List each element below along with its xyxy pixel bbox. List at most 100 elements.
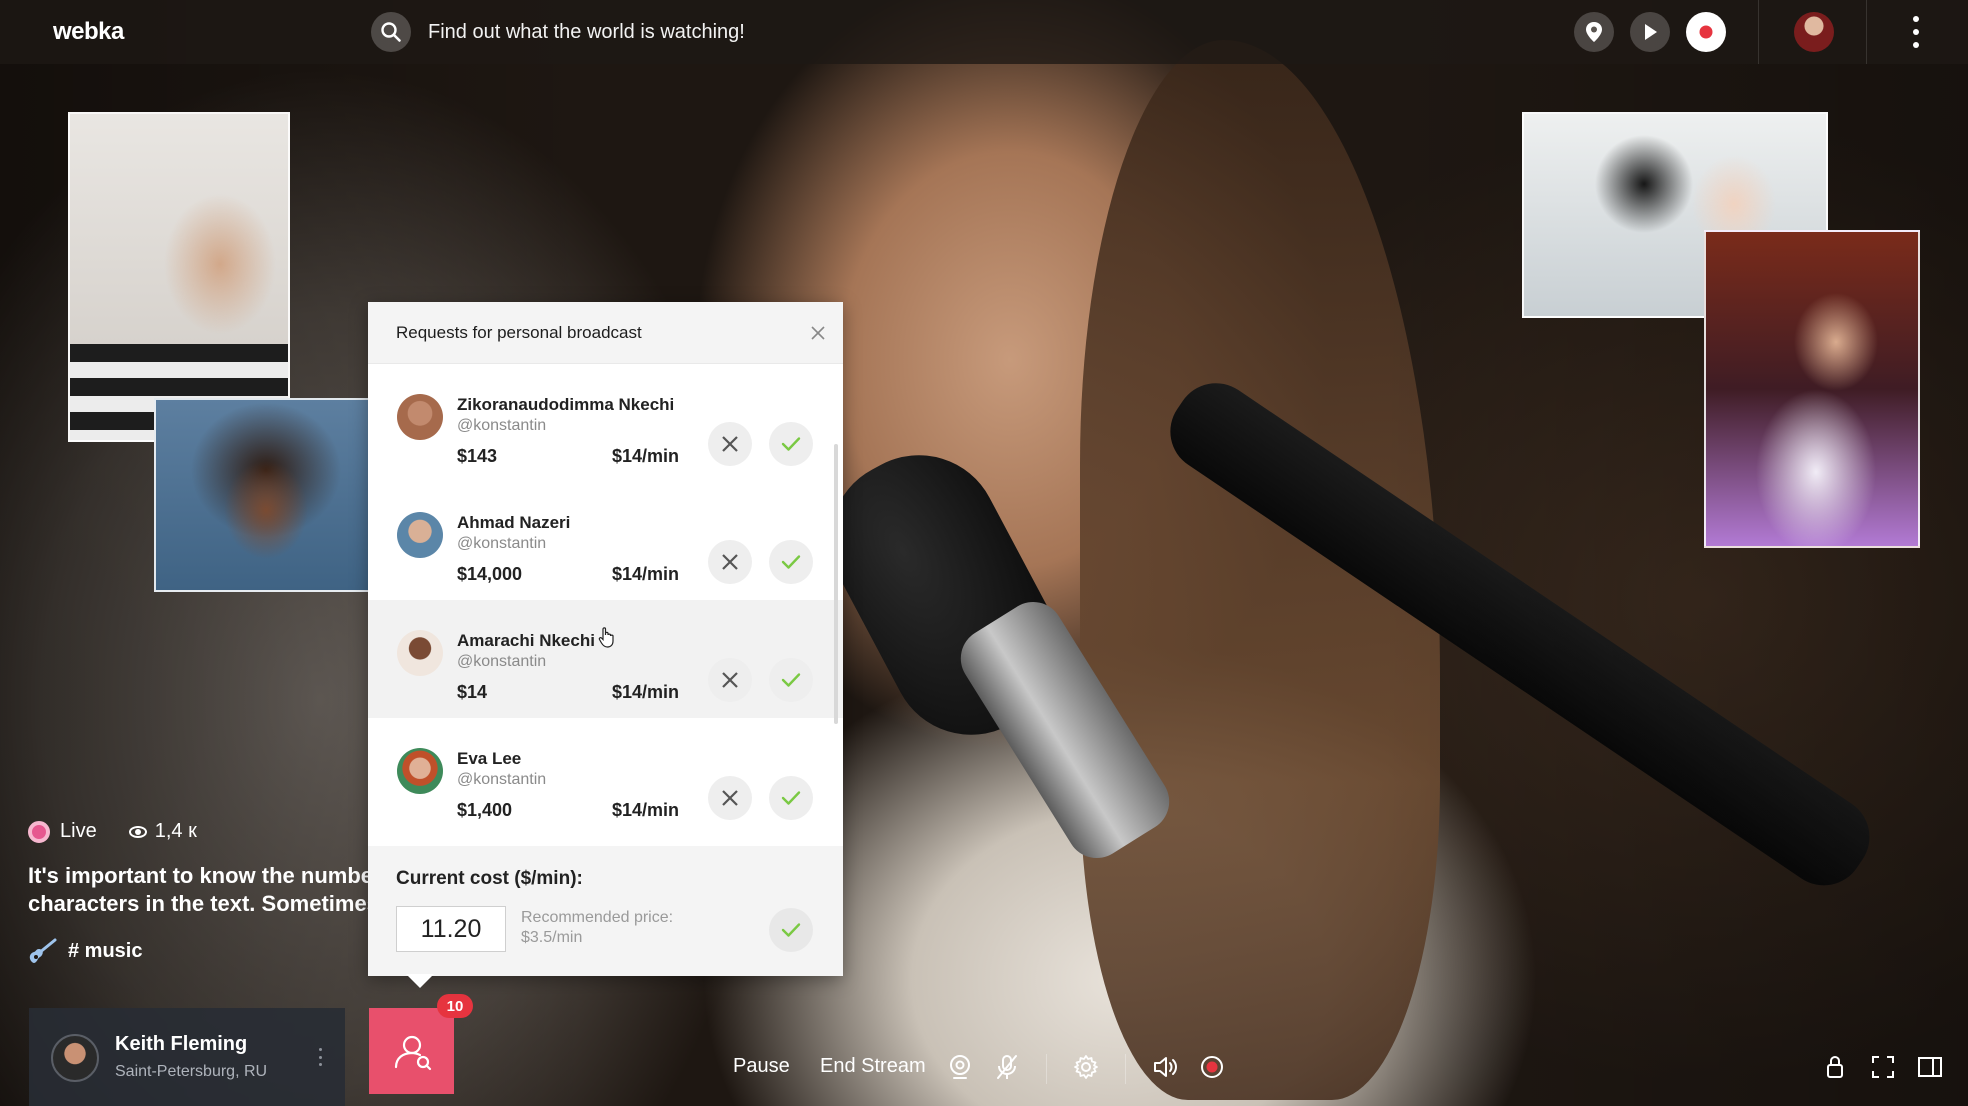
eye-icon bbox=[128, 825, 147, 838]
request-list: Zikoranaudodimma Nkechi @konstantin $143… bbox=[368, 364, 843, 846]
fullscreen-icon bbox=[1872, 1056, 1894, 1078]
decline-button[interactable] bbox=[708, 540, 752, 584]
camera-button[interactable] bbox=[947, 1054, 973, 1080]
viewer-count: 1,4 к bbox=[128, 820, 197, 843]
gear-icon bbox=[1074, 1055, 1098, 1079]
lock-icon bbox=[1827, 1055, 1843, 1078]
more-vertical-icon[interactable] bbox=[1906, 14, 1926, 50]
request-name: Ahmad Nazeri bbox=[457, 513, 571, 532]
end-stream-button[interactable]: End Stream bbox=[820, 1055, 926, 1078]
participant-video-2[interactable] bbox=[154, 398, 370, 592]
decline-button[interactable] bbox=[708, 776, 752, 820]
live-status-row: Live 1,4 к bbox=[28, 820, 197, 843]
sidebar-toggle-button[interactable] bbox=[1917, 1054, 1943, 1080]
decline-button[interactable] bbox=[708, 422, 752, 466]
confirm-cost-button[interactable] bbox=[769, 908, 813, 952]
request-amount: $14,000 bbox=[457, 564, 523, 584]
search-button[interactable] bbox=[371, 12, 411, 52]
live-indicator-icon bbox=[28, 820, 50, 843]
controls-divider bbox=[1046, 1054, 1047, 1084]
check-icon bbox=[781, 437, 801, 451]
accept-button[interactable] bbox=[769, 422, 813, 466]
viewer-count-value: 1,4 к bbox=[154, 820, 197, 842]
search-input[interactable]: Find out what the world is watching! bbox=[428, 21, 745, 44]
participant-video-4[interactable] bbox=[1704, 230, 1920, 548]
accept-button[interactable] bbox=[769, 658, 813, 702]
requests-button[interactable] bbox=[369, 1008, 454, 1094]
panel-title: Requests for personal broadcast bbox=[396, 322, 642, 342]
request-handle: @konstantin bbox=[457, 417, 547, 434]
user-avatar[interactable] bbox=[1794, 12, 1834, 52]
request-handle: @konstantin bbox=[457, 771, 547, 788]
search-icon bbox=[381, 22, 401, 42]
request-handle: @konstantin bbox=[457, 653, 547, 670]
stream-tag[interactable]: # music bbox=[28, 938, 142, 964]
lock-button[interactable] bbox=[1822, 1054, 1848, 1080]
camera-icon bbox=[950, 1055, 970, 1079]
panel-pointer bbox=[406, 974, 434, 988]
accept-button[interactable] bbox=[769, 776, 813, 820]
check-icon bbox=[781, 923, 801, 937]
record-stream-button[interactable] bbox=[1199, 1054, 1225, 1080]
settings-button[interactable] bbox=[1073, 1054, 1099, 1080]
sidebar-icon bbox=[1918, 1057, 1942, 1077]
guitar-icon bbox=[29, 938, 57, 963]
requests-panel: Requests for personal broadcast Zikorana… bbox=[368, 302, 843, 976]
live-label: Live bbox=[60, 820, 97, 842]
request-avatar bbox=[397, 748, 443, 794]
location-pin-icon bbox=[1586, 22, 1602, 42]
request-item: Eva Lee @konstantin $1,400 $14/min bbox=[368, 718, 843, 836]
accept-button[interactable] bbox=[769, 540, 813, 584]
stream-caption-line: characters in the text. Sometimes bbox=[28, 891, 368, 916]
location-button[interactable] bbox=[1574, 12, 1614, 52]
play-button[interactable] bbox=[1630, 12, 1670, 52]
close-icon bbox=[722, 672, 738, 688]
record-button[interactable] bbox=[1686, 12, 1726, 52]
close-icon bbox=[722, 554, 738, 570]
current-cost-section: Current cost ($/min): Recommended price:… bbox=[368, 846, 843, 976]
volume-button[interactable] bbox=[1152, 1054, 1178, 1080]
microphone-button[interactable] bbox=[994, 1054, 1020, 1080]
stream-caption: It's important to know the numbe charact… bbox=[28, 862, 368, 922]
controls-divider bbox=[1125, 1054, 1126, 1084]
request-amount: $143 bbox=[457, 446, 498, 466]
request-item: Amarachi Nkechi @konstantin $14 $14/min bbox=[368, 600, 843, 718]
request-rate: $14/min bbox=[612, 800, 680, 820]
play-icon bbox=[1645, 24, 1657, 40]
streamer-avatar bbox=[51, 1034, 99, 1082]
request-handle: @konstantin bbox=[457, 535, 547, 552]
streamer-card[interactable]: Keith Fleming Saint-Petersburg, RU bbox=[29, 1008, 345, 1106]
check-icon bbox=[781, 555, 801, 569]
volume-icon bbox=[1154, 1057, 1177, 1077]
record-icon bbox=[1699, 25, 1713, 39]
request-item: Ahmad Nazeri @konstantin $14,000 $14/min bbox=[368, 482, 843, 600]
streamer-name: Keith Fleming bbox=[115, 1033, 248, 1055]
request-list-scrollbar[interactable] bbox=[834, 444, 838, 724]
check-icon bbox=[781, 791, 801, 805]
request-name: Zikoranaudodimma Nkechi bbox=[457, 395, 675, 414]
top-bar: webka Find out what the world is watchin… bbox=[0, 0, 1968, 64]
close-icon bbox=[722, 790, 738, 806]
stream-caption-line: It's important to know the numbe bbox=[28, 863, 368, 888]
close-icon[interactable] bbox=[807, 322, 829, 344]
request-item: Zikoranaudodimma Nkechi @konstantin $143… bbox=[368, 364, 843, 482]
recommended-price-value: $3.5/min bbox=[521, 929, 583, 946]
request-avatar bbox=[397, 512, 443, 558]
user-search-icon bbox=[394, 1035, 431, 1071]
participant-video-1[interactable] bbox=[68, 112, 290, 442]
recommended-price-label: Recommended price: bbox=[521, 909, 674, 926]
hand-cursor-icon bbox=[598, 627, 614, 648]
microphone-muted-icon bbox=[997, 1055, 1017, 1079]
request-rate: $14/min bbox=[612, 682, 680, 702]
decline-button[interactable] bbox=[708, 658, 752, 702]
app-logo[interactable]: webka bbox=[53, 18, 124, 46]
request-avatar bbox=[397, 394, 443, 440]
streamer-location: Saint-Petersburg, RU bbox=[115, 1063, 268, 1080]
pause-button[interactable]: Pause bbox=[733, 1055, 790, 1078]
streamer-more-icon[interactable] bbox=[319, 1048, 323, 1066]
fullscreen-button[interactable] bbox=[1870, 1054, 1896, 1080]
topbar-divider bbox=[1758, 0, 1759, 64]
topbar-divider bbox=[1866, 0, 1867, 64]
current-cost-input[interactable] bbox=[396, 906, 506, 952]
current-cost-label: Current cost ($/min): bbox=[396, 868, 583, 889]
